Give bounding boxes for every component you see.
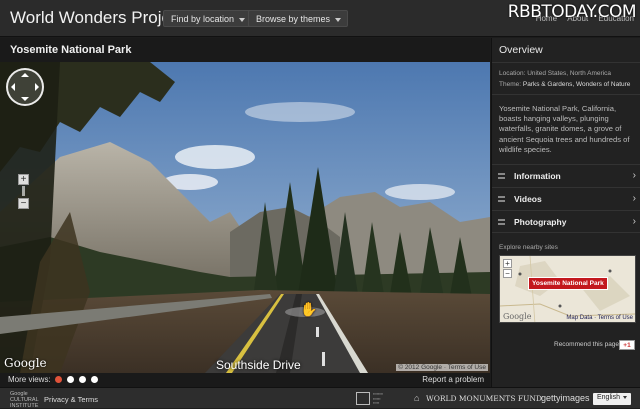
location-meta: Location: United States, North America	[499, 70, 611, 77]
divider	[492, 62, 640, 63]
theme-value[interactable]: Parks & Gardens, Wonders of Nature	[523, 81, 631, 88]
site-title-bar: Yosemite National Park	[0, 38, 490, 62]
nearby-sites-label: Explore nearby sites	[499, 244, 558, 251]
accordion-label: Information	[514, 171, 561, 181]
theme-meta: Theme: Parks & Gardens, Wonders of Natur…	[499, 81, 630, 88]
view-dot-1[interactable]	[55, 376, 62, 383]
site-title: Yosemite National Park	[10, 44, 132, 56]
find-by-location-dropdown[interactable]: Find by location	[163, 10, 253, 27]
map-terms-link[interactable]: Map Data · Terms of Use	[566, 315, 633, 321]
chevron-right-icon: ›	[632, 170, 636, 181]
accordion-videos[interactable]: Videos ›	[492, 187, 640, 210]
zoom-in-button[interactable]: +	[18, 174, 29, 185]
chevron-down-icon	[335, 17, 342, 22]
pan-down-icon[interactable]	[21, 97, 29, 101]
more-views-bar: More views: Report a problem	[0, 373, 490, 387]
location-value: United States, North America	[527, 70, 612, 77]
camera-icon	[498, 219, 505, 225]
street-label: Southside Drive	[216, 358, 301, 372]
zoom-out-button[interactable]: −	[18, 198, 29, 209]
report-problem-link[interactable]: Report a problem	[422, 375, 484, 384]
wmf-logo-icon: ⌂	[414, 393, 420, 403]
accordion-photography[interactable]: Photography ›	[492, 210, 640, 233]
more-views-label: More views:	[8, 375, 51, 384]
site-description: Yosemite National Park, California, boas…	[499, 104, 630, 154]
location-label: Location:	[499, 70, 526, 77]
view-dot-2[interactable]	[67, 376, 74, 383]
language-select[interactable]: English	[593, 393, 631, 405]
accordion-label: Videos	[514, 194, 542, 204]
language-label: English	[597, 394, 620, 401]
list-icon	[498, 173, 505, 179]
top-bar: World Wonders Project Find by location B…	[0, 0, 640, 37]
map-zoom-out-button[interactable]: −	[503, 269, 512, 278]
pan-up-icon[interactable]	[21, 73, 29, 77]
nearby-sites-map[interactable]: + − Yosemite National Park Google Map Da…	[499, 255, 636, 323]
chevron-down-icon	[622, 395, 627, 399]
overview-panel: Overview Location: United States, North …	[491, 38, 640, 387]
overview-title: Overview	[499, 44, 543, 56]
find-by-location-label: Find by location	[171, 14, 235, 24]
view-dot-4[interactable]	[91, 376, 98, 383]
unesco-logo-icon[interactable]	[356, 392, 370, 405]
browse-by-themes-label: Browse by themes	[256, 14, 331, 24]
google-plus-one-button[interactable]: +1	[619, 340, 635, 350]
browse-by-themes-dropdown[interactable]: Browse by themes	[248, 10, 349, 27]
gettyimages-logo[interactable]: gettyimages	[541, 393, 590, 403]
view-dot-3[interactable]	[79, 376, 86, 383]
pan-control[interactable]	[6, 68, 44, 106]
zoom-slider[interactable]	[22, 186, 25, 196]
pan-right-icon[interactable]	[35, 83, 39, 91]
theme-label: Theme:	[499, 81, 522, 88]
privacy-terms-link[interactable]: Privacy & Terms	[44, 395, 98, 404]
recommend-label: Recommend this page	[554, 341, 620, 348]
pan-left-icon[interactable]	[11, 83, 15, 91]
video-icon	[498, 196, 505, 202]
map-zoom-in-button[interactable]: +	[503, 259, 512, 268]
chevron-right-icon: ›	[632, 193, 636, 204]
watermark: RBBTODAY.COM	[507, 2, 637, 22]
divider	[492, 94, 640, 95]
map-google-logo: Google	[503, 312, 532, 321]
google-logo: Google	[4, 356, 47, 370]
map-pin-yosemite[interactable]: Yosemite National Park	[528, 277, 608, 290]
unesco-text: ▪▪▪▪▪▪▪▪ ▪▪▪▪▪▪ ▪▪▪▪▪	[373, 392, 383, 405]
hand-cursor-icon: ✋	[300, 301, 318, 317]
panorama-image	[0, 62, 490, 373]
copyright-notice[interactable]: © 2012 Google · Terms of Use	[396, 364, 488, 371]
accordion-information[interactable]: Information ›	[492, 164, 640, 187]
footer: Google CULTURAL INSTITUTE Privacy & Term…	[0, 387, 640, 409]
world-monuments-fund-logo[interactable]: WORLD MONUMENTS FUND	[426, 394, 542, 403]
accordion-label: Photography	[514, 217, 567, 227]
app-title[interactable]: World Wonders Project	[10, 8, 184, 28]
gci-line: INSTITUTE	[10, 403, 39, 409]
street-view-panorama[interactable]: + − ✋ Google Southside Drive © 2012 Goog…	[0, 62, 490, 373]
chevron-down-icon	[239, 17, 246, 22]
google-cultural-institute-logo[interactable]: Google CULTURAL INSTITUTE	[10, 391, 39, 409]
chevron-right-icon: ›	[632, 216, 636, 227]
